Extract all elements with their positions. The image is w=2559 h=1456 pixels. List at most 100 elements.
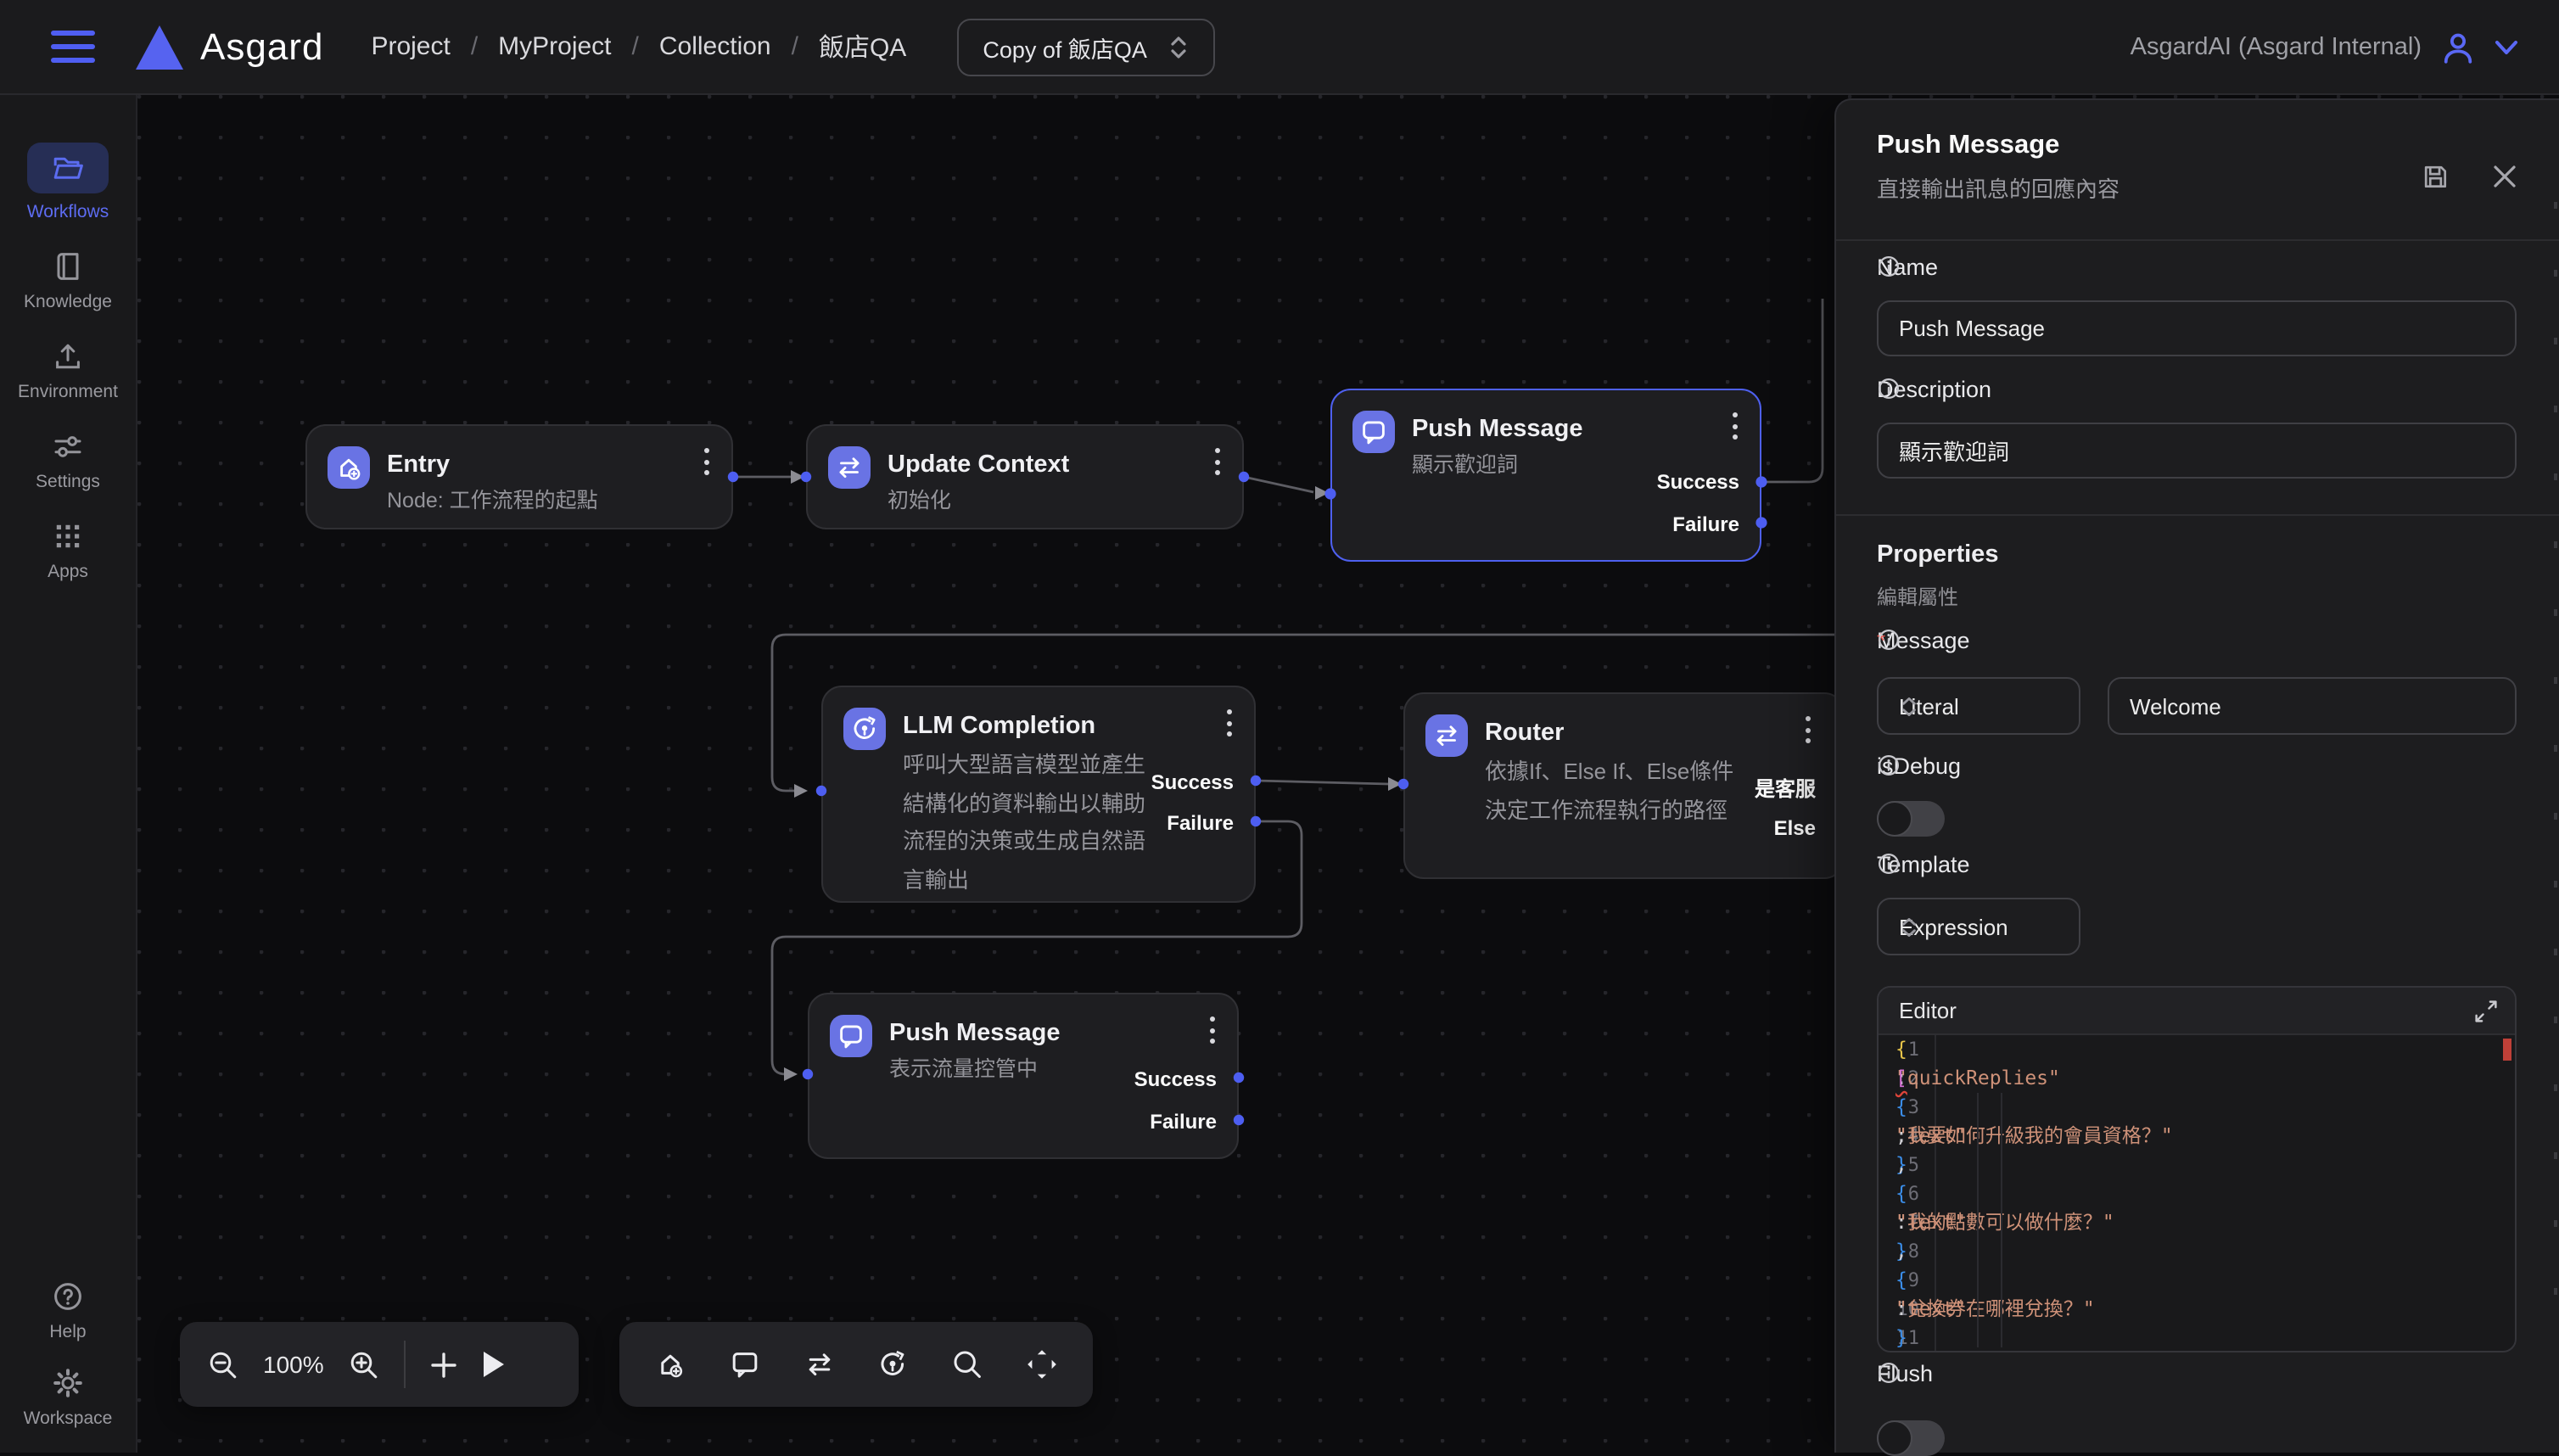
node-title: Entry: [387, 446, 598, 482]
asgard-logo-icon: [136, 25, 183, 69]
chevron-down-icon[interactable]: [2495, 38, 2518, 55]
node-subtitle: 依據If、Else If、Else條件決定工作流程執行的路徑: [1485, 753, 1743, 830]
push-message-tool-icon[interactable]: [728, 1347, 762, 1381]
push-message-node-icon: [1352, 411, 1395, 453]
editor-line[interactable]: 7 "text": "我的點數可以做什麼？": [1879, 1208, 2515, 1237]
user-icon[interactable]: [2440, 30, 2476, 64]
editor-line[interactable]: 10 "text": "兌換券在哪裡兌換？": [1879, 1295, 2515, 1324]
port-success[interactable]: Success: [1657, 470, 1739, 494]
message-value-input[interactable]: Welcome: [2108, 677, 2517, 735]
node-menu-icon[interactable]: [1215, 448, 1222, 481]
node-title: Push Message: [1412, 411, 1583, 446]
folder-icon: [51, 151, 85, 185]
port-is-customer-service[interactable]: 是客服: [1755, 774, 1816, 803]
editor-line[interactable]: 4 "text": "我要如何升級我的會員資格？",: [1879, 1122, 2515, 1151]
editor-line[interactable]: 3 {: [1879, 1093, 2515, 1122]
node-menu-icon[interactable]: [1227, 709, 1234, 742]
zoom-in-button[interactable]: [348, 1348, 380, 1380]
breadcrumb-project[interactable]: Project: [371, 32, 450, 61]
editor-line[interactable]: 6 {: [1879, 1179, 2515, 1208]
zoom-level: 100%: [263, 1351, 324, 1378]
info-icon: [1877, 1361, 1901, 1385]
sliders-icon: [51, 429, 85, 463]
node-menu-icon[interactable]: [704, 448, 711, 481]
editor-code-area[interactable]: 1{2 "quickReplies": [3 {4 "text": "我要如何升…: [1879, 1035, 2515, 1352]
panel-scrollbar[interactable]: [2554, 202, 2557, 1356]
update-context-tool-icon[interactable]: [802, 1347, 836, 1381]
entry-node-tool-icon[interactable]: [653, 1347, 687, 1381]
port-success[interactable]: Success: [1151, 770, 1234, 794]
info-icon: [1877, 377, 1901, 400]
port-failure[interactable]: Failure: [1150, 1110, 1217, 1134]
workflow-version-select[interactable]: Copy of 飯店QA: [957, 18, 1215, 76]
info-icon: [1877, 753, 1901, 777]
sidebar-item-workflows[interactable]: Workflows: [27, 143, 109, 222]
node-title: LLM Completion: [903, 708, 1161, 743]
expand-icon[interactable]: [2474, 1000, 2498, 1023]
node-menu-icon[interactable]: [1210, 1016, 1217, 1050]
close-icon[interactable]: [2491, 163, 2518, 190]
info-icon: [1877, 852, 1901, 876]
port-failure[interactable]: Failure: [1672, 512, 1739, 536]
description-input[interactable]: 顯示歡迎詞: [1877, 423, 2517, 479]
sidebar-item-environment[interactable]: Environment: [18, 339, 118, 402]
panel-subtitle: 直接輸出訊息的回應內容: [1877, 171, 2119, 204]
add-node-button[interactable]: [429, 1350, 458, 1379]
run-workflow-button[interactable]: [482, 1351, 506, 1378]
node-subtitle: 呼叫大型語言模型並產生結構化的資料輸出以輔助流程的決策或生成自然語言輸出: [903, 747, 1161, 899]
zoom-toolbar: 100%: [180, 1322, 579, 1407]
name-input[interactable]: Push Message: [1877, 300, 2517, 356]
template-type-select[interactable]: Expression: [1877, 898, 2080, 955]
node-entry[interactable]: Entry Node: 工作流程的起點: [305, 424, 733, 529]
breadcrumb-collection[interactable]: Collection: [659, 32, 771, 61]
node-update-context[interactable]: Update Context 初始化: [806, 424, 1244, 529]
node-menu-icon[interactable]: [1733, 412, 1739, 445]
save-icon[interactable]: [2420, 161, 2450, 192]
editor-line[interactable]: 8 },: [1879, 1237, 2515, 1266]
sidebar-item-knowledge[interactable]: Knowledge: [24, 249, 112, 312]
sidebar-item-apps[interactable]: Apps: [48, 519, 88, 582]
editor-label: Editor: [1899, 998, 1957, 1023]
help-icon: [51, 1280, 85, 1313]
top-bar: Asgard Project / MyProject / Collection …: [0, 0, 2559, 95]
node-push-message-welcome[interactable]: Push Message 顯示歡迎詞 Success Failure: [1330, 389, 1761, 562]
editor-line[interactable]: 9 {: [1879, 1266, 2515, 1295]
message-type-select[interactable]: Literal: [1877, 677, 2080, 735]
search-icon[interactable]: [950, 1347, 984, 1381]
node-title: Update Context: [888, 446, 1069, 482]
update-context-node-icon: [828, 446, 871, 489]
info-icon: [1877, 628, 1901, 652]
node-subtitle: Node: 工作流程的起點: [387, 485, 598, 518]
book-icon: [51, 249, 85, 283]
flush-toggle[interactable]: [1877, 1420, 1945, 1456]
left-sidebar: Workflows Knowledge Environment Settings: [0, 95, 137, 1453]
editor-line[interactable]: 1{: [1879, 1035, 2515, 1064]
llm-tool-icon[interactable]: [876, 1347, 910, 1381]
sidebar-item-settings[interactable]: Settings: [36, 429, 100, 492]
breadcrumb-current[interactable]: 飯店QA: [819, 29, 906, 64]
account-name: AsgardAI (Asgard Internal): [2131, 33, 2422, 60]
editor-line[interactable]: 11 }: [1879, 1324, 2515, 1352]
node-llm-completion[interactable]: LLM Completion 呼叫大型語言模型並產生結構化的資料輸出以輔助流程的…: [821, 686, 1256, 903]
editor-line[interactable]: 5 },: [1879, 1151, 2515, 1179]
upload-icon: [51, 339, 85, 373]
properties-heading: Properties: [1877, 541, 1998, 568]
template-editor[interactable]: Editor 1{2 "quickReplies": [3 {4 "text":…: [1877, 986, 2517, 1352]
sidebar-item-workspace[interactable]: Workspace: [24, 1366, 113, 1429]
isdebug-toggle[interactable]: [1877, 801, 1945, 837]
node-router[interactable]: Router 依據If、Else If、Else條件決定工作流程執行的路徑 是客…: [1403, 692, 1845, 879]
fit-view-icon[interactable]: [1025, 1347, 1059, 1381]
node-properties-panel: Push Message 直接輸出訊息的回應內容 Name Push Messa…: [1834, 98, 2559, 1453]
editor-line[interactable]: 2 "quickReplies": [: [1879, 1064, 2515, 1093]
port-else[interactable]: Else: [1774, 816, 1816, 840]
sidebar-item-help[interactable]: Help: [49, 1280, 86, 1342]
zoom-out-button[interactable]: [207, 1348, 239, 1380]
node-menu-icon[interactable]: [1806, 716, 1812, 749]
port-success[interactable]: Success: [1134, 1067, 1217, 1091]
menu-icon[interactable]: [51, 23, 95, 71]
push-message-node-icon: [830, 1015, 872, 1057]
node-title: Router: [1485, 714, 1743, 750]
port-failure[interactable]: Failure: [1167, 811, 1234, 835]
node-push-message-throttle[interactable]: Push Message 表示流量控管中 Success Failure: [808, 993, 1239, 1159]
breadcrumb-myproject[interactable]: MyProject: [498, 32, 611, 61]
